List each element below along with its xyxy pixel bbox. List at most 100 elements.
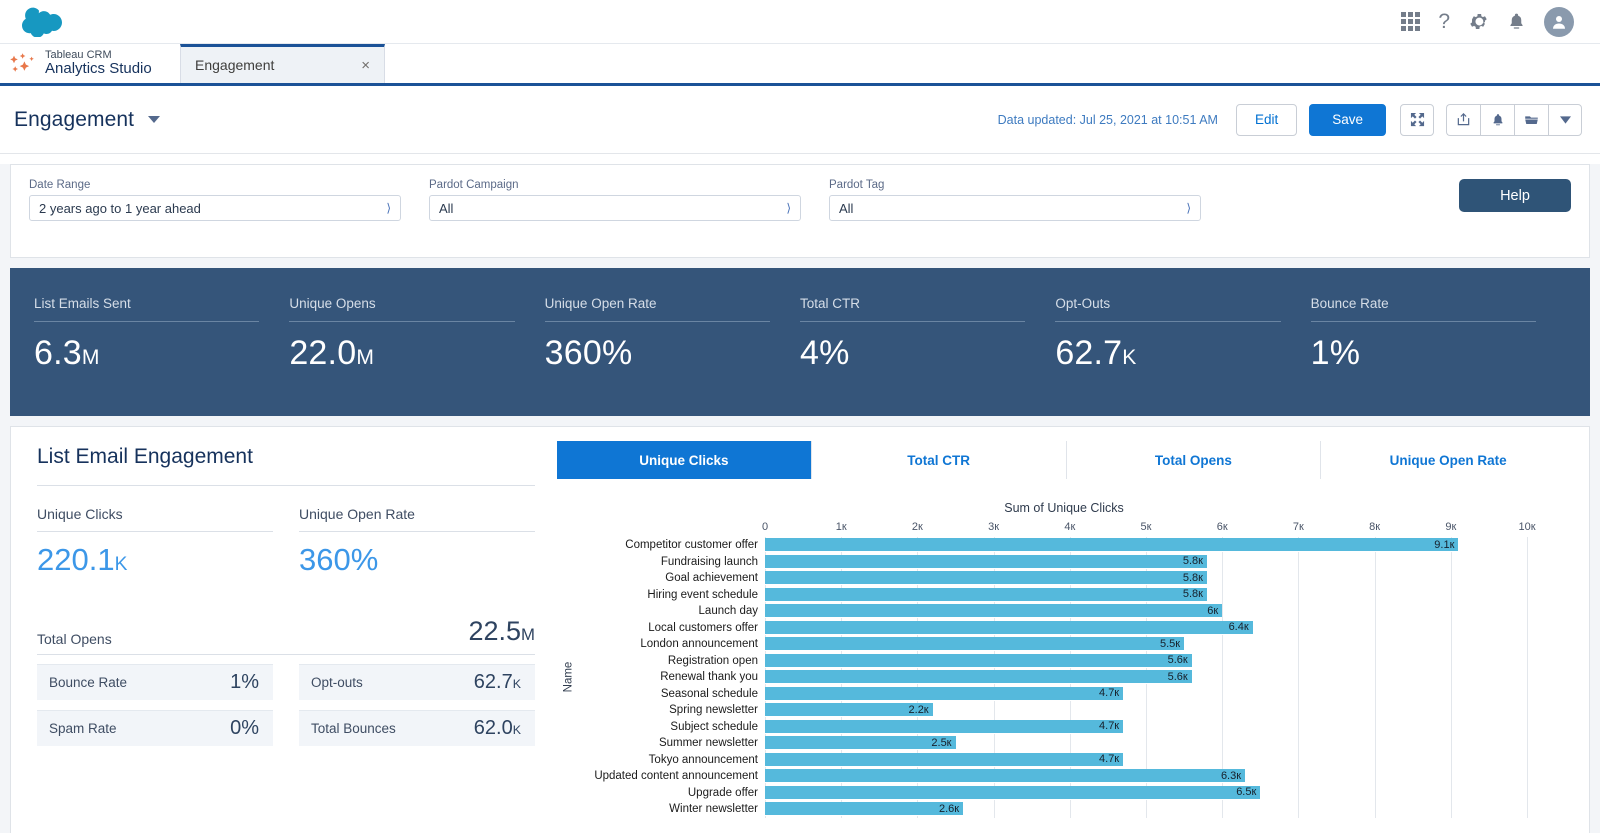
tab-engagement-label: Engagement <box>195 57 274 73</box>
chart-bar-row[interactable]: 5.8к <box>765 570 1527 587</box>
chart-y-axis-label: Name <box>553 537 575 818</box>
bar[interactable]: 4.7к <box>765 753 1123 767</box>
filter-date-range-select[interactable]: 2 years ago to 1 year ahead ⟩ <box>29 195 401 221</box>
bar[interactable]: 4.7к <box>765 720 1123 734</box>
chart-bar-row[interactable]: 5.6к <box>765 669 1527 686</box>
chart-bar-row[interactable]: 2.5к <box>765 735 1527 752</box>
app-launcher-icon[interactable] <box>1401 12 1420 31</box>
y-axis-label-text: Name <box>562 662 574 693</box>
chart-category-row: Seasonal schedule <box>575 686 765 703</box>
chart-bar-row[interactable]: 6.5к <box>765 785 1527 802</box>
bar[interactable]: 5.8к <box>765 555 1207 569</box>
bar[interactable]: 2.6к <box>765 802 963 816</box>
setup-gear-icon[interactable] <box>1468 11 1489 32</box>
chart-bar-row[interactable]: 6к <box>765 603 1527 620</box>
metric-label: Total Opens <box>37 631 112 647</box>
metric-unique-clicks[interactable]: Unique Clicks 220.1K <box>37 506 273 578</box>
tab-unique-clicks[interactable]: Unique Clicks <box>557 441 811 479</box>
tab-total-opens[interactable]: Total Opens <box>1066 441 1321 479</box>
category-label: Registration open <box>575 655 765 667</box>
filter-pardot-tag-value: All <box>839 201 853 216</box>
kpi-list-emails-sent[interactable]: List Emails Sent 6.3M <box>34 296 289 398</box>
bar[interactable]: 4.7к <box>765 687 1123 701</box>
bar[interactable]: 6.5к <box>765 786 1260 800</box>
save-button[interactable]: Save <box>1309 104 1386 136</box>
app-brand-line2: Analytics Studio <box>45 61 152 78</box>
bar[interactable]: 6.3к <box>765 769 1245 783</box>
help-icon[interactable]: ? <box>1438 10 1450 34</box>
filter-pardot-tag-select[interactable]: All ⟩ <box>829 195 1201 221</box>
kpi-unique-open-rate[interactable]: Unique Open Rate 360% <box>545 296 800 398</box>
app-tab-bar: Tableau CRM Analytics Studio Engagement … <box>0 44 1600 86</box>
salesforce-cloud-logo[interactable] <box>22 7 64 37</box>
chart-bar-row[interactable]: 9.1к <box>765 537 1527 554</box>
category-label: Upgrade offer <box>575 787 765 799</box>
chart-bar-row[interactable]: 4.7к <box>765 752 1527 769</box>
chart-bar-row[interactable]: 5.8к <box>765 554 1527 571</box>
panel-title: List Email Engagement <box>37 445 535 469</box>
chart-bar-row[interactable]: 4.7к <box>765 686 1527 703</box>
save-to-folder-icon[interactable] <box>1514 104 1548 136</box>
metric-total-bounces[interactable]: Total Bounces 62.0K <box>299 710 535 746</box>
bar[interactable]: 6.4к <box>765 621 1253 635</box>
user-avatar[interactable] <box>1544 7 1574 37</box>
kpi-total-ctr[interactable]: Total CTR 4% <box>800 296 1055 398</box>
chart-bar-row[interactable]: 5.6к <box>765 653 1527 670</box>
metric-value: 1% <box>230 671 259 694</box>
chart-title: Sum of Unique Clicks <box>553 501 1575 515</box>
bar[interactable]: 6к <box>765 604 1222 618</box>
x-axis-tick: 1к <box>836 521 847 533</box>
chart-bar-row[interactable]: 5.8к <box>765 587 1527 604</box>
share-icon[interactable] <box>1446 104 1480 136</box>
metric-value: 62.0K <box>474 717 521 740</box>
subscribe-bell-icon[interactable] <box>1480 104 1514 136</box>
kpi-bounce-rate[interactable]: Bounce Rate 1% <box>1311 296 1566 398</box>
tab-unique-open-rate[interactable]: Unique Open Rate <box>1320 441 1575 479</box>
divider <box>37 485 535 486</box>
help-button[interactable]: Help <box>1459 179 1571 212</box>
kpi-label: Bounce Rate <box>1311 296 1536 311</box>
category-label: Competitor customer offer <box>575 539 765 551</box>
bar[interactable]: 2.5к <box>765 736 956 750</box>
metric-total-opens[interactable]: Total Opens 22.5M <box>37 616 535 655</box>
chevron-down-icon: ⟩ <box>1186 202 1191 214</box>
category-label: Spring newsletter <box>575 704 765 716</box>
metric-label: Opt-outs <box>311 675 363 690</box>
app-brand[interactable]: Tableau CRM Analytics Studio <box>0 44 180 83</box>
tab-total-ctr[interactable]: Total CTR <box>811 441 1066 479</box>
metric-bounce-rate[interactable]: Bounce Rate 1% <box>37 664 273 700</box>
chart-bar-row[interactable]: 2.6к <box>765 801 1527 818</box>
bar[interactable]: 5.6к <box>765 670 1192 684</box>
kpi-unique-opens[interactable]: Unique Opens 22.0M <box>289 296 544 398</box>
metric-opt-outs[interactable]: Opt-outs 62.7K <box>299 664 535 700</box>
page-title: Engagement <box>14 108 134 132</box>
tab-engagement[interactable]: Engagement × <box>180 44 385 83</box>
gridline <box>1527 537 1528 818</box>
category-label: Updated content announcement <box>575 770 765 782</box>
metric-spam-rate[interactable]: Spam Rate 0% <box>37 710 273 746</box>
chart-bar-row[interactable]: 5.5к <box>765 636 1527 653</box>
chart-bar-row[interactable]: 6.4к <box>765 620 1527 637</box>
category-label: Goal achievement <box>575 572 765 584</box>
chart-bar-row[interactable]: 6.3к <box>765 768 1527 785</box>
chevron-down-icon: ⟩ <box>786 202 791 214</box>
bar[interactable]: 5.8к <box>765 588 1207 602</box>
close-icon[interactable]: × <box>361 58 370 73</box>
filter-pardot-campaign-select[interactable]: All ⟩ <box>429 195 801 221</box>
chart-bar-row[interactable]: 2.2к <box>765 702 1527 719</box>
bar[interactable]: 5.8к <box>765 571 1207 585</box>
bar-value-label: 2.5к <box>931 737 955 749</box>
notifications-bell-icon[interactable] <box>1507 12 1526 31</box>
bar[interactable]: 2.2к <box>765 703 933 717</box>
kpi-opt-outs[interactable]: Opt-Outs 62.7K <box>1055 296 1310 398</box>
expand-fullscreen-icon[interactable] <box>1400 104 1434 136</box>
global-header: ? <box>0 0 1600 44</box>
more-options-chevron-icon[interactable] <box>1548 104 1582 136</box>
metric-unique-open-rate[interactable]: Unique Open Rate 360% <box>299 506 535 578</box>
edit-button[interactable]: Edit <box>1236 104 1297 136</box>
page-title-chevron-down-icon[interactable] <box>148 116 160 123</box>
bar[interactable]: 9.1к <box>765 538 1458 552</box>
bar[interactable]: 5.6к <box>765 654 1192 668</box>
bar[interactable]: 5.5к <box>765 637 1184 651</box>
chart-bar-row[interactable]: 4.7к <box>765 719 1527 736</box>
